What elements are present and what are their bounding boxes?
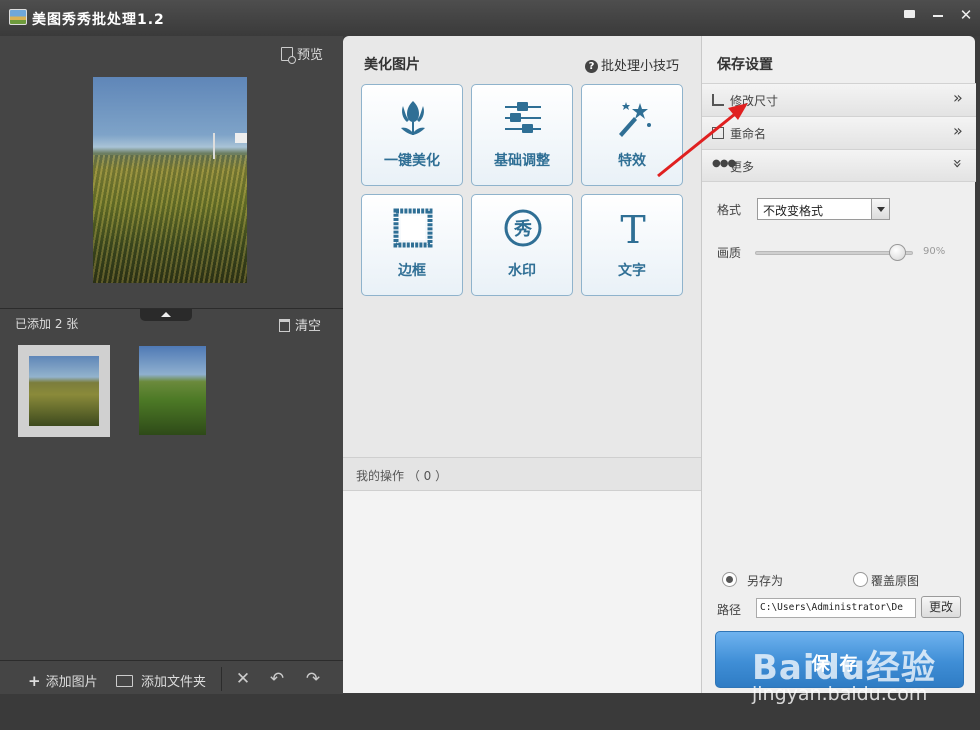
stamp-char: 秀 — [513, 219, 532, 240]
thumbnail-2[interactable] — [139, 346, 206, 435]
grass-texture — [93, 155, 247, 283]
section-more[interactable]: ●●● 更多 » — [702, 149, 976, 182]
section-label: 更多 — [730, 160, 755, 174]
text-t-icon: T — [620, 208, 645, 249]
save-as-label: 另存为 — [747, 574, 784, 588]
frame-icon — [393, 208, 433, 248]
sliders-icon — [505, 102, 541, 133]
overwrite-label: 覆盖原图 — [871, 574, 920, 588]
house — [235, 133, 247, 143]
clear-label: 清空 — [295, 319, 322, 334]
quality-slider-knob[interactable] — [888, 244, 906, 261]
operations-bar: 我的操作 （ 0 ） — [343, 457, 701, 491]
added-count: 已添加 2 张 — [15, 317, 79, 331]
double-chevron-right-icon: » — [953, 88, 963, 107]
close-icon[interactable]: ✕ — [956, 6, 976, 24]
right-panel: 保存设置 修改尺寸 » 重命名 » ●●● 更多 » 格式 不改变格式 画质 9… — [701, 36, 976, 693]
add-folder-label: 添加文件夹 — [141, 675, 207, 690]
crop-icon — [712, 94, 724, 106]
quality-label: 画质 — [717, 246, 742, 260]
overwrite-radio[interactable] — [853, 572, 868, 587]
quality-value: 90% — [923, 246, 946, 257]
save-as-radio[interactable] — [722, 572, 737, 587]
tool-label: 边框 — [398, 263, 426, 279]
bottom-strip — [0, 694, 980, 730]
save-label: 保存 — [811, 654, 868, 675]
save-settings-title: 保存设置 — [717, 57, 773, 73]
title-bar: 美图秀秀批处理1.2 ✕ — [0, 0, 980, 36]
save-button[interactable]: 保存 — [715, 631, 964, 688]
section-label: 修改尺寸 — [730, 94, 779, 108]
add-folder-button[interactable]: 添加文件夹 — [116, 671, 206, 690]
feedback-icon[interactable] — [900, 6, 920, 24]
format-value: 不改变格式 — [763, 204, 824, 218]
double-chevron-right-icon: » — [953, 121, 963, 140]
window-title: 美图秀秀批处理1.2 — [32, 12, 165, 28]
change-path-button[interactable]: 更改 — [921, 596, 961, 618]
thumbnail-1[interactable] — [18, 345, 110, 437]
minimize-icon[interactable] — [928, 6, 948, 24]
operations-list — [343, 491, 701, 693]
left-panel: 预览 已添加 2 张 清空 + 添加图片 添加文件夹 ✕ ↶ ↷ — [0, 36, 343, 694]
preview-image — [93, 77, 247, 283]
left-footer: + 添加图片 添加文件夹 ✕ ↶ ↷ — [0, 660, 343, 694]
format-select[interactable]: 不改变格式 — [757, 198, 890, 220]
border-button[interactable]: 边框 — [361, 194, 463, 296]
add-image-label: 添加图片 — [45, 675, 98, 690]
effects-button[interactable]: 特效 — [581, 84, 683, 186]
one-click-beautify-button[interactable]: 一键美化 — [361, 84, 463, 186]
double-chevron-down-icon: » — [948, 158, 968, 169]
preview-label: 预览 — [297, 48, 324, 63]
tips-link[interactable]: ? 批处理小技巧 — [585, 55, 679, 74]
section-rename[interactable]: 重命名 » — [702, 116, 976, 149]
utility-pole — [213, 133, 215, 159]
watermark-stamp-icon: 秀 — [504, 209, 542, 247]
tulip-icon — [401, 101, 425, 135]
add-image-button[interactable]: + 添加图片 — [28, 671, 98, 690]
text-glyph: T — [620, 208, 645, 249]
operations-label: 我的操作 （ 0 ） — [356, 469, 448, 483]
magic-wand-icon — [619, 102, 651, 137]
folder-icon — [116, 675, 133, 687]
tips-label: 批处理小技巧 — [601, 59, 680, 74]
path-label: 路径 — [717, 603, 742, 617]
plus-icon: + — [28, 672, 41, 690]
tool-label: 水印 — [508, 263, 536, 279]
collapse-toggle[interactable] — [140, 309, 192, 321]
text-button[interactable]: T 文字 — [581, 194, 683, 296]
redo-icon[interactable]: ↷ — [303, 669, 323, 689]
section-label: 重命名 — [730, 127, 767, 141]
beautify-title: 美化图片 — [364, 57, 420, 73]
tool-label: 基础调整 — [494, 153, 550, 169]
rename-icon — [712, 127, 724, 139]
center-panel: 美化图片 ? 批处理小技巧 一键美化 基础调整 特效 边框 秀 水印 T 文字 … — [343, 36, 701, 693]
app-icon — [9, 9, 27, 25]
watermark-button[interactable]: 秀 水印 — [471, 194, 573, 296]
help-icon: ? — [585, 60, 598, 73]
trash-icon — [279, 319, 290, 332]
preview-icon — [281, 47, 296, 64]
dots-icon: ●●● — [712, 158, 736, 169]
tool-label: 一键美化 — [384, 153, 440, 169]
footer-separator — [221, 667, 222, 691]
path-input[interactable]: C:\Users\Administrator\De — [756, 598, 916, 618]
dropdown-arrow-icon[interactable] — [871, 199, 889, 219]
clear-button[interactable]: 清空 — [279, 315, 321, 334]
delete-icon[interactable]: ✕ — [233, 669, 253, 689]
tool-label: 特效 — [618, 153, 646, 169]
undo-icon[interactable]: ↶ — [267, 669, 287, 689]
basic-adjust-button[interactable]: 基础调整 — [471, 84, 573, 186]
preview-button[interactable]: 预览 — [281, 44, 324, 64]
section-resize[interactable]: 修改尺寸 » — [702, 83, 976, 116]
tool-label: 文字 — [618, 263, 646, 279]
thumbnail-1-image — [29, 356, 99, 426]
format-label: 格式 — [717, 203, 742, 217]
